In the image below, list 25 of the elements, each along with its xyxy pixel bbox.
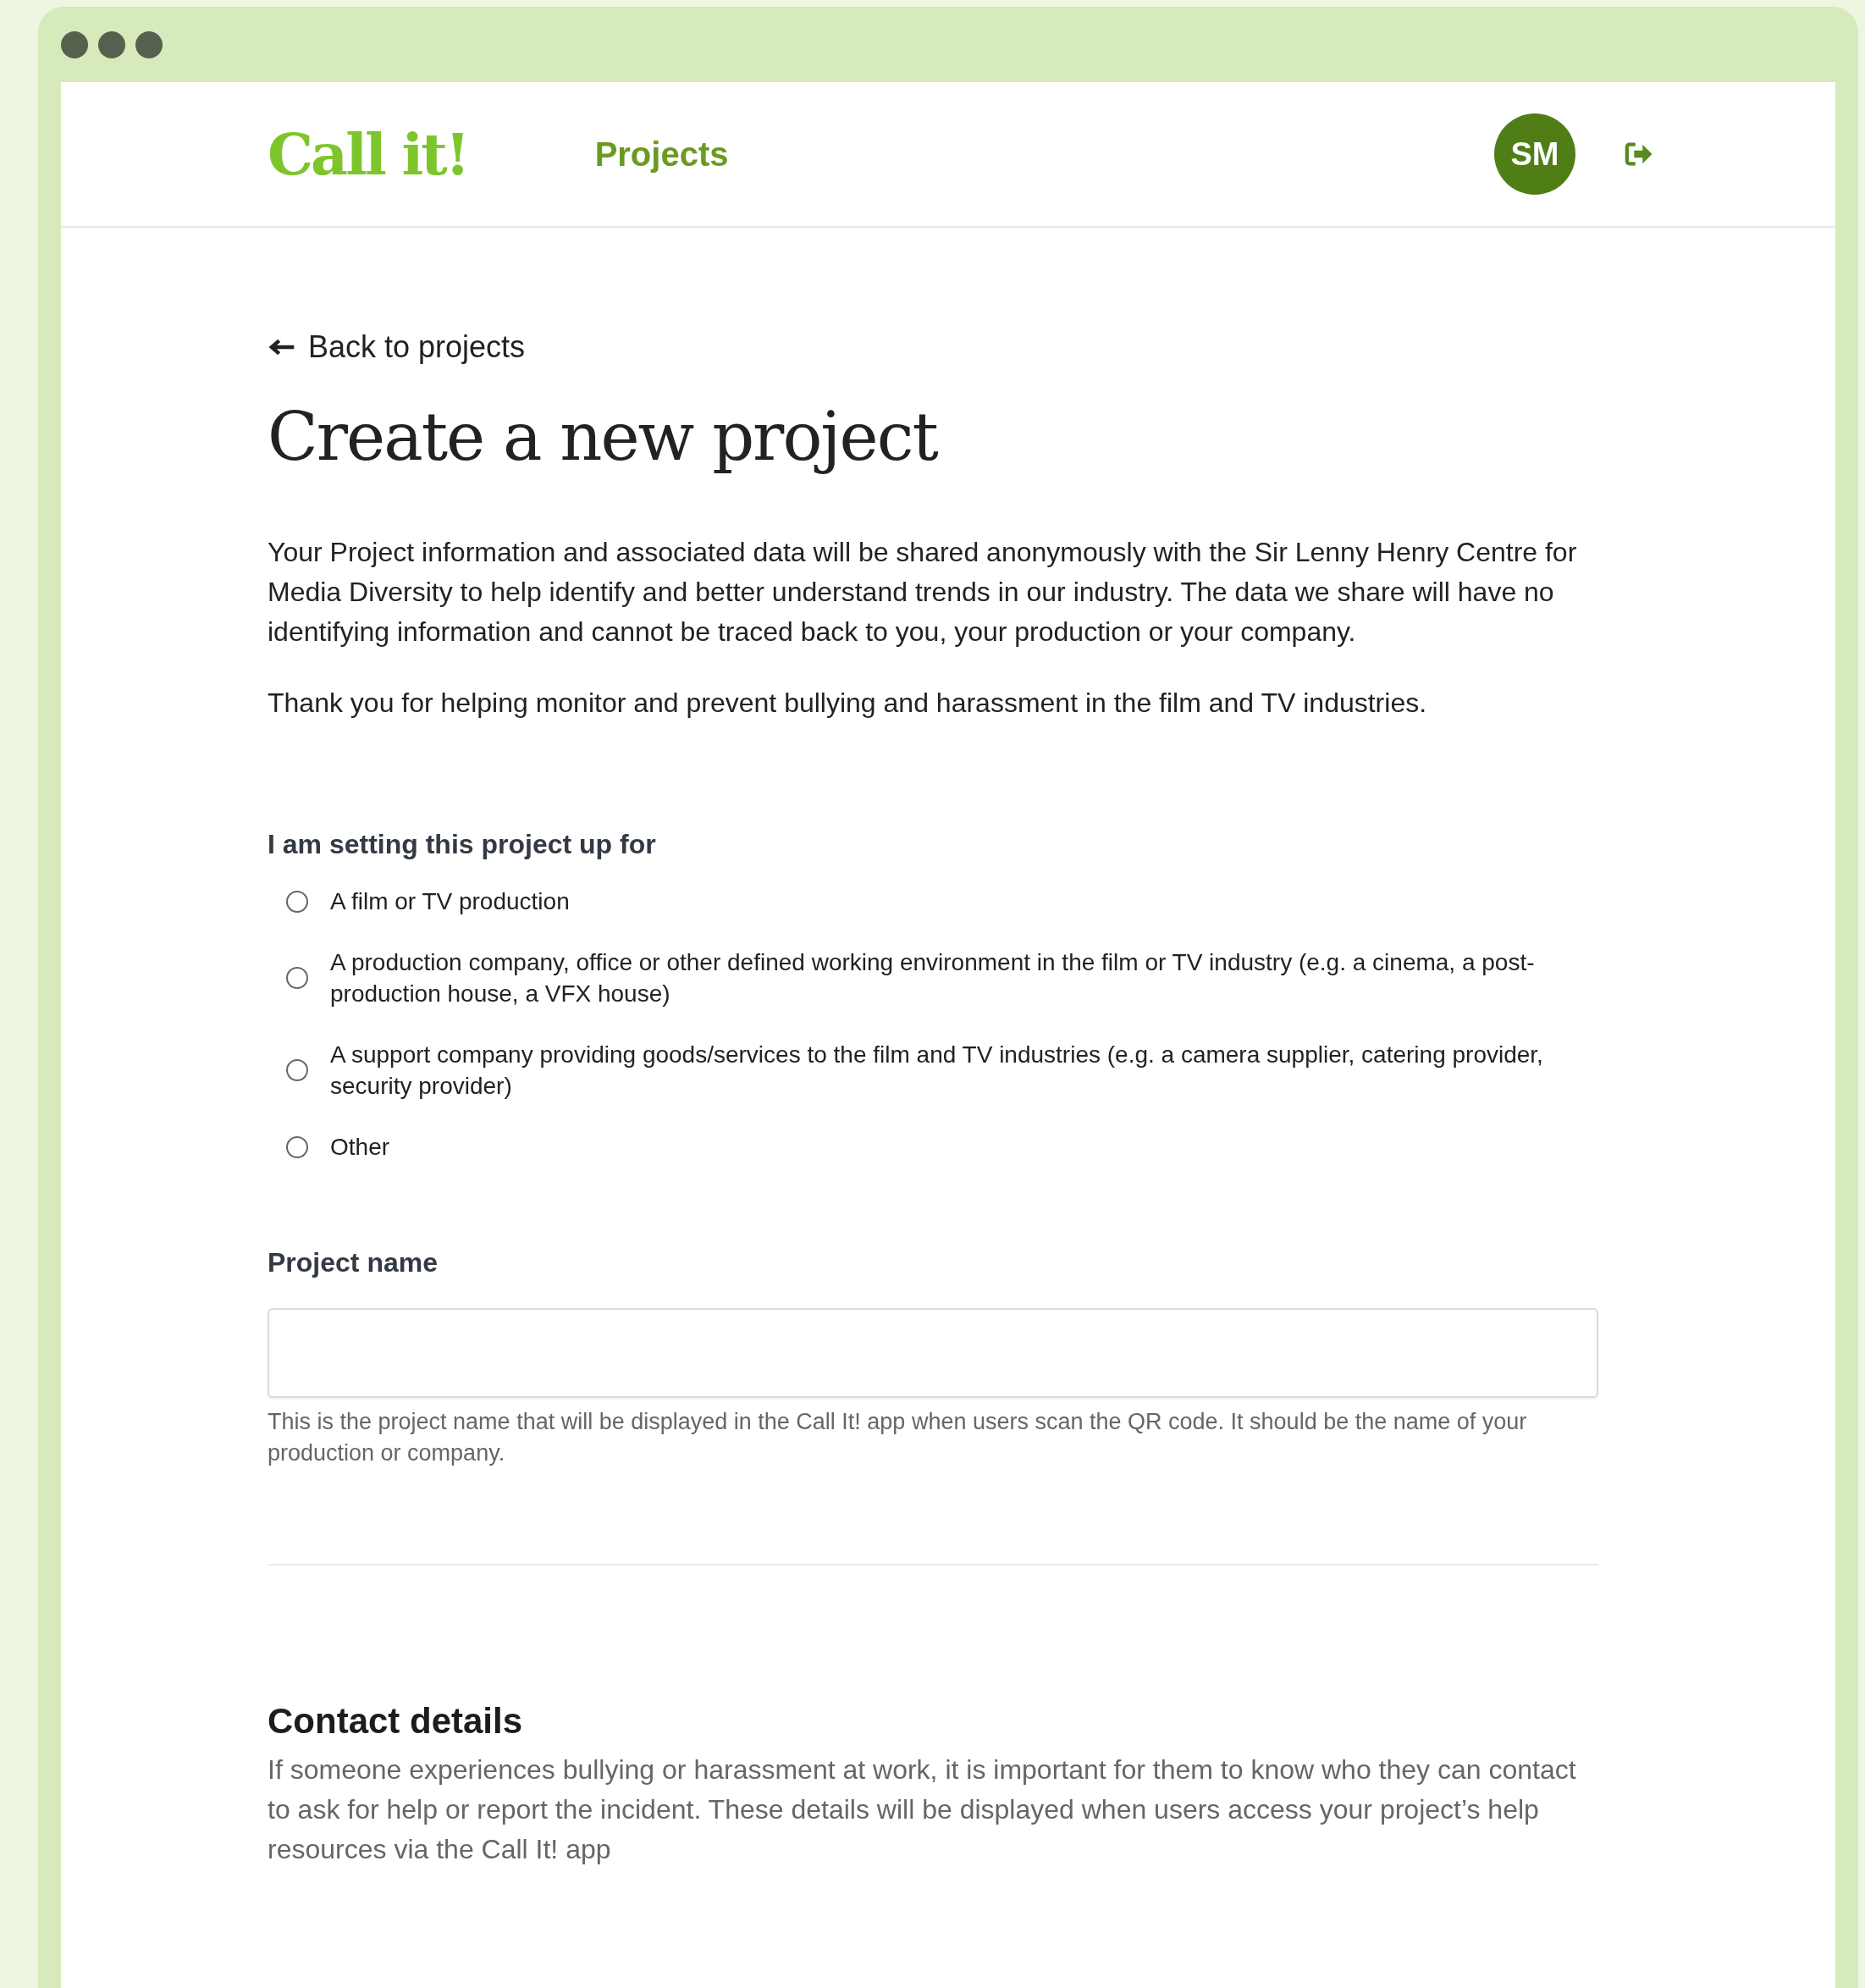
window-dot-icon	[61, 30, 88, 58]
radio-button[interactable]	[286, 1059, 308, 1081]
page-title: Create a new project	[268, 399, 939, 475]
arrow-left-icon	[268, 338, 296, 356]
window-dot-icon	[98, 30, 125, 58]
window-dot-icon	[135, 30, 163, 58]
radio-button[interactable]	[286, 890, 308, 913]
radio-button[interactable]	[286, 1135, 308, 1158]
back-link[interactable]: Back to projects	[268, 329, 526, 365]
project-name-field[interactable]	[268, 1308, 1598, 1398]
section-description: If someone experiences bullying or harassment at work, it is important for them to know who they can contact to ask for help or report the incident. These details will be displayed when users access your project’s help resources via the Call It! app	[268, 1753, 1577, 1866]
intro-paragraph: Thank you for helping monitor and prevent bullying and harassment in the film and TV industries.	[268, 687, 1428, 720]
section-heading: Contact details	[268, 1701, 524, 1742]
option-label: A production company, office or other defined working environment in the film or TV industry (e.g. a cinema, a post-production house, a VFX house)	[330, 948, 1536, 1008]
option-label: A support company providing goods/services to the film and TV industries (e.g. a camera supplier, catering provider, security provider)	[330, 1041, 1544, 1101]
option-label: Other	[330, 1133, 390, 1162]
avatar[interactable]: SM	[1494, 113, 1575, 195]
radio-button[interactable]	[286, 967, 308, 989]
intro-paragraph: Your Project information and associated data will be shared anonymously with the Sir Lenny Henry Centre for Media Diversity to help identify and better understand trends in our industry. The data we share will have no identifying information and cannot be traced back to you, your production or your company.	[268, 536, 1578, 649]
nav-link[interactable]: Projects	[594, 135, 729, 174]
help-text: This is the project name that will be displayed in the Call It! app when users scan the QR code. It should be the name of your production or company.	[268, 1408, 1528, 1467]
option-label: A film or TV production	[330, 887, 570, 916]
field-label: Project name	[268, 1247, 439, 1278]
question-label: I am setting this project up for	[268, 829, 657, 860]
logout-icon[interactable]	[1625, 141, 1653, 167]
